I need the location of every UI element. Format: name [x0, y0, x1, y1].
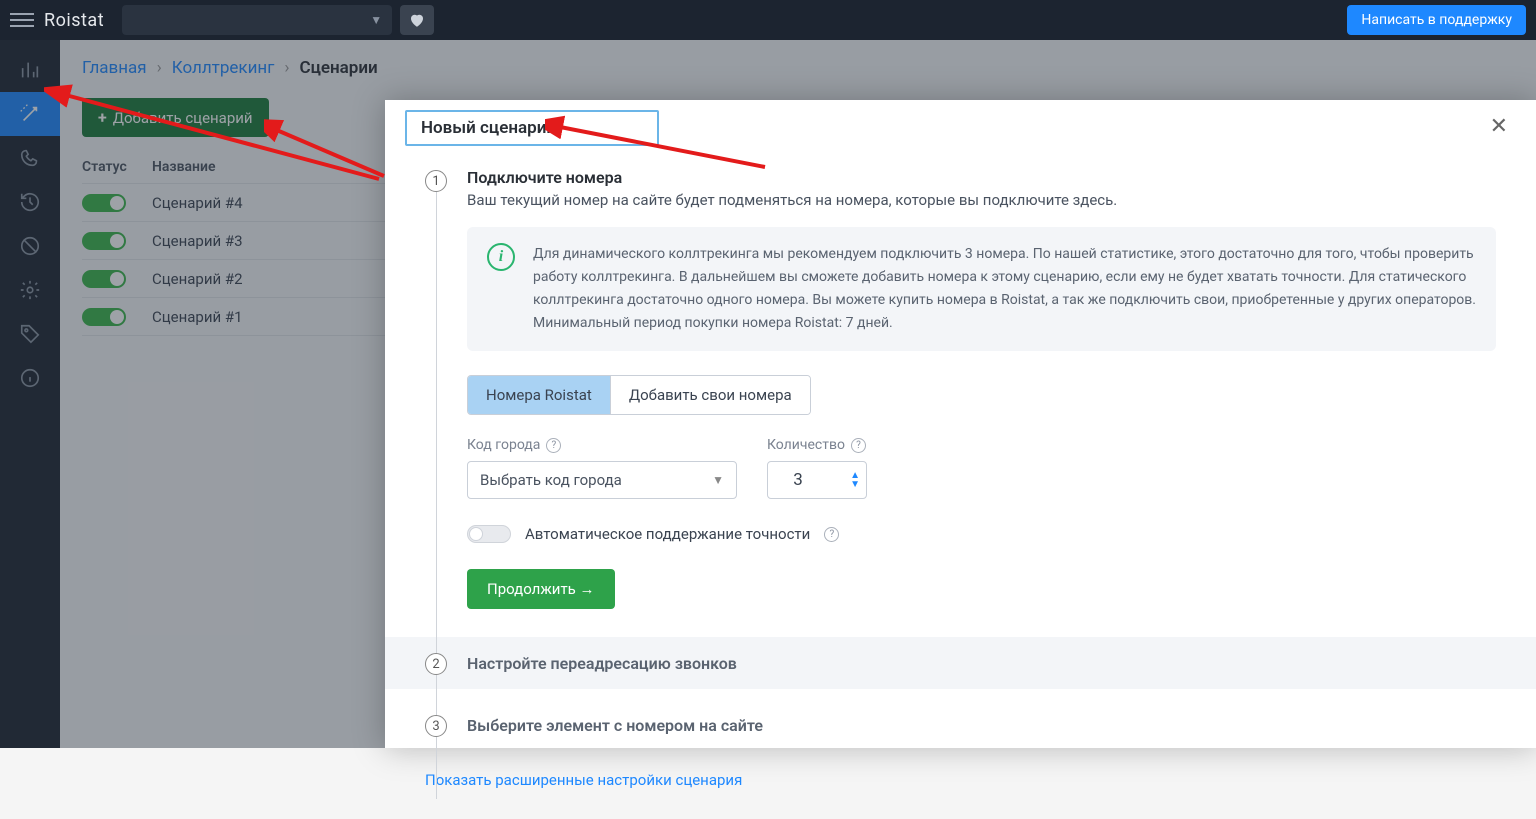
step-3[interactable]: 3 Выберите элемент с номером на сайте [425, 699, 1496, 751]
tab-own-numbers[interactable]: Добавить свои номера [610, 376, 810, 414]
step-number: 2 [425, 653, 447, 675]
spinner-down[interactable]: ▼ [850, 480, 860, 489]
topbar: Roistat ▼ Написать в поддержку [0, 0, 1536, 40]
step-1-subtitle: Ваш текущий номер на сайте будет подменя… [467, 191, 1496, 209]
city-code-label: Код города ? [467, 437, 737, 453]
quantity-input[interactable] [768, 470, 828, 490]
info-text: Для динамического коллтрекинга мы рекоме… [533, 243, 1476, 335]
heart-icon [408, 11, 426, 29]
scenario-name-input[interactable] [405, 110, 659, 146]
logo: Roistat [44, 10, 104, 31]
step-2-title: Настройте переадресацию звонков [467, 654, 737, 673]
info-box: i Для динамического коллтрекинга мы реко… [467, 227, 1496, 351]
step-3-title: Выберите элемент с номером на сайте [467, 716, 763, 735]
step-number: 1 [425, 170, 447, 192]
chevron-down-icon: ▼ [712, 473, 724, 487]
numbers-tabs: Номера Roistat Добавить свои номера [467, 375, 811, 415]
step-1: 1 Подключите номера Ваш текущий номер на… [425, 152, 1496, 609]
city-code-placeholder: Выбрать код города [480, 471, 622, 489]
help-icon[interactable]: ? [851, 438, 866, 453]
quantity-input-wrap: ▲ ▼ [767, 461, 867, 499]
support-button[interactable]: Написать в поддержку [1347, 5, 1526, 35]
new-scenario-modal: ✕ 1 Подключите номера Ваш текущий номер … [385, 100, 1536, 748]
auto-accuracy-label: Автоматическое поддержание точности [525, 525, 810, 543]
continue-button[interactable]: Продолжить → [467, 569, 615, 609]
advanced-settings-link[interactable]: Показать расширенные настройки сценария [425, 771, 1496, 789]
info-icon: i [487, 243, 515, 271]
tab-roistat-numbers[interactable]: Номера Roistat [468, 376, 610, 414]
hamburger-icon[interactable] [10, 8, 34, 32]
project-select[interactable]: ▼ [122, 5, 392, 35]
step-number: 3 [425, 715, 447, 737]
help-icon[interactable]: ? [824, 527, 839, 542]
step-2[interactable]: 2 Настройте переадресацию звонков [385, 637, 1536, 689]
close-button[interactable]: ✕ [1482, 110, 1516, 143]
chevron-down-icon: ▼ [370, 13, 382, 27]
step-1-title: Подключите номера [467, 168, 1496, 187]
city-code-select[interactable]: Выбрать код города ▼ [467, 461, 737, 499]
heart-button[interactable] [400, 5, 434, 35]
auto-accuracy-toggle[interactable] [467, 525, 511, 543]
step-connector-line [436, 192, 437, 799]
quantity-label: Количество ? [767, 437, 867, 453]
help-icon[interactable]: ? [546, 438, 561, 453]
